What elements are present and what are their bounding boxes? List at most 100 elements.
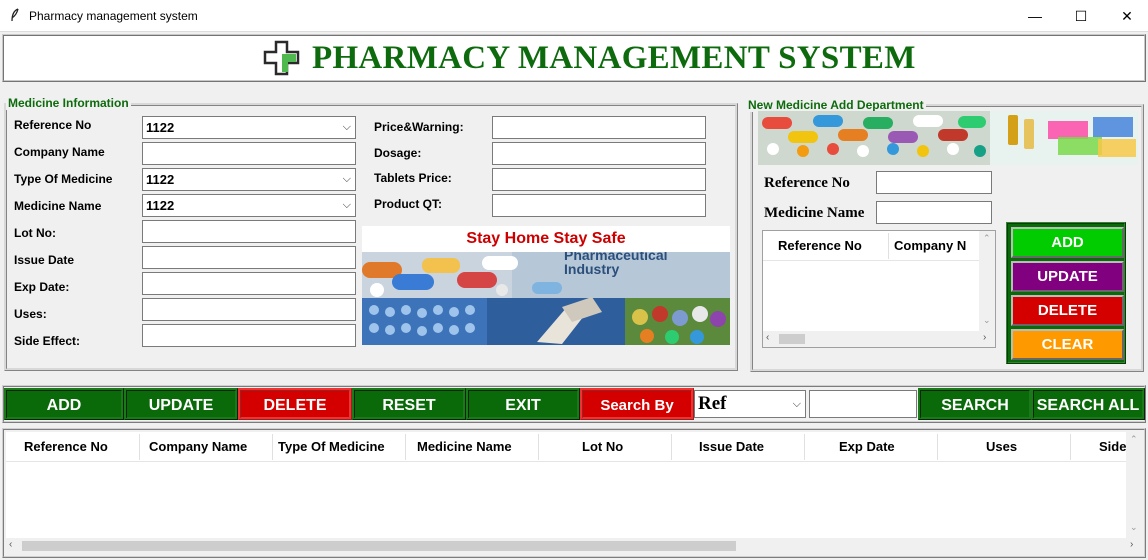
scrollbar-thumb[interactable] [22,541,736,551]
uses-field[interactable] [142,298,356,321]
feather-icon [10,8,20,25]
window-title: Pharmacy management system [29,9,198,23]
column-header[interactable]: Medicine Name [417,439,512,454]
product-qt-label: Product QT: [374,197,442,211]
column-header[interactable]: Reference No [778,238,862,253]
lot-no-label: Lot No: [14,226,56,240]
clear-button[interactable]: CLEAR [1011,329,1124,360]
search-all-button[interactable]: SEARCH ALL [1031,388,1145,420]
column-header[interactable]: Side [1099,439,1126,454]
column-divider [804,434,805,460]
column-header[interactable]: Uses [986,439,1017,454]
company-name-label: Company Name [14,145,105,159]
search-input[interactable] [809,390,917,418]
window-titlebar: Pharmacy management system — ☐ ✕ [0,0,1148,32]
medicine-information-label: Medicine Information [6,96,131,110]
column-divider [272,434,273,460]
main-table[interactable]: Reference No Company Name Type Of Medici… [6,432,1126,538]
chevron-down-icon[interactable]: ⌵ [343,169,351,190]
medicine-name-value: 1122 [146,198,175,213]
side-effect-field[interactable] [142,324,356,347]
add-button[interactable]: ADD [1011,227,1124,258]
price-warning-field[interactable] [492,116,706,139]
column-header[interactable]: Company Name [149,439,247,454]
new-medicine-table-header: Reference No Company N [763,231,979,261]
scroll-left-icon[interactable]: ‹ [766,332,769,343]
stay-safe-banner: Stay Home Stay Safe [362,226,730,252]
exp-date-label: Exp Date: [14,280,70,294]
toolbar-update-button[interactable]: UPDATE [124,388,238,420]
new-medicine-label: New Medicine Add Department [746,98,926,112]
column-header[interactable]: Issue Date [699,439,764,454]
column-header[interactable]: Exp Date [839,439,895,454]
scroll-down-icon[interactable]: ⌄ [1130,522,1138,533]
new-medicine-name-label: Medicine Name [764,205,865,221]
maximize-button[interactable]: ☐ [1058,0,1104,32]
price-warning-label: Price&Warning: [374,120,464,134]
main-vertical-scrollbar[interactable]: ⌃ ⌄ [1126,432,1142,538]
search-button[interactable]: SEARCH [918,388,1032,420]
app-title: PHARMACY MANAGEMENT SYSTEM [312,40,916,76]
reset-button[interactable]: RESET [352,388,466,420]
column-header[interactable]: Company N [894,238,978,253]
column-header[interactable]: Reference No [24,439,108,454]
type-of-medicine-value: 1122 [146,172,175,187]
column-header[interactable]: Type Of Medicine [278,439,385,454]
chevron-down-icon[interactable]: ⌵ [343,195,351,216]
scroll-right-icon[interactable]: › [1130,539,1133,550]
new-medicine-name-field[interactable] [876,201,992,224]
side-effect-label: Side Effect: [14,334,81,348]
type-of-medicine-combobox[interactable]: 1122 ⌵ [142,168,356,191]
medicine-name-label: Medicine Name [14,199,102,213]
scroll-left-icon[interactable]: ‹ [9,539,12,550]
exp-date-field[interactable] [142,272,356,295]
search-by-label: Search By [580,388,694,420]
column-header[interactable]: Lot No [582,439,623,454]
new-reference-no-field[interactable] [876,171,992,194]
column-divider [671,434,672,460]
dosage-field[interactable] [492,142,706,165]
scrollbar-thumb[interactable] [779,334,805,344]
company-name-field[interactable] [142,142,356,165]
column-divider [1070,434,1071,460]
chevron-down-icon[interactable]: ⌵ [793,391,801,417]
add-medicine-button[interactable]: ADD MEDICINE [4,388,124,444]
column-divider [888,233,889,259]
pharmaceutical-image: Pharmaceutical Industry [362,252,730,345]
delete-button[interactable]: DELETE [1011,295,1124,326]
scroll-up-icon[interactable]: ⌃ [1130,434,1138,445]
column-divider [139,434,140,460]
vertical-scrollbar[interactable]: ⌃ ⌄ [979,231,995,331]
reference-no-combobox[interactable]: 1122 ⌵ [142,116,356,139]
reference-no-value: 1122 [146,120,175,135]
tablets-price-field[interactable] [492,168,706,191]
update-button[interactable]: UPDATE [1011,261,1124,292]
scroll-right-icon[interactable]: › [983,332,986,343]
search-by-combobox[interactable]: Ref ⌵ [694,390,806,418]
issue-date-field[interactable] [142,246,356,269]
exit-button[interactable]: EXIT [466,388,580,420]
uses-label: Uses: [14,307,47,321]
scroll-up-icon[interactable]: ⌃ [983,233,991,244]
toolbar-delete-button[interactable]: DELETE [238,388,352,420]
lot-no-field[interactable] [142,220,356,243]
horizontal-scrollbar[interactable]: ‹ › [763,331,995,347]
scroll-down-icon[interactable]: ⌄ [983,315,991,326]
medicine-name-combobox[interactable]: 1122 ⌵ [142,194,356,217]
new-medicine-table[interactable]: Reference No Company N ⌃ ⌄ ‹ › [762,230,996,348]
medicine-pills-image [758,111,1138,165]
minimize-button[interactable]: — [1012,0,1058,32]
issue-date-label: Issue Date [14,253,75,267]
close-button[interactable]: ✕ [1104,0,1148,32]
product-qt-field[interactable] [492,194,706,217]
search-by-value: Ref [698,393,727,414]
new-reference-no-label: Reference No [764,175,850,191]
main-table-header: Reference No Company Name Type Of Medici… [6,432,1126,462]
column-divider [937,434,938,460]
main-horizontal-scrollbar[interactable]: ‹ › [6,538,1142,554]
app-header: PHARMACY MANAGEMENT SYSTEM [2,34,1146,82]
medical-cross-icon [262,40,302,83]
reference-no-label: Reference No [14,118,92,132]
column-divider [538,434,539,460]
chevron-down-icon[interactable]: ⌵ [343,117,351,138]
